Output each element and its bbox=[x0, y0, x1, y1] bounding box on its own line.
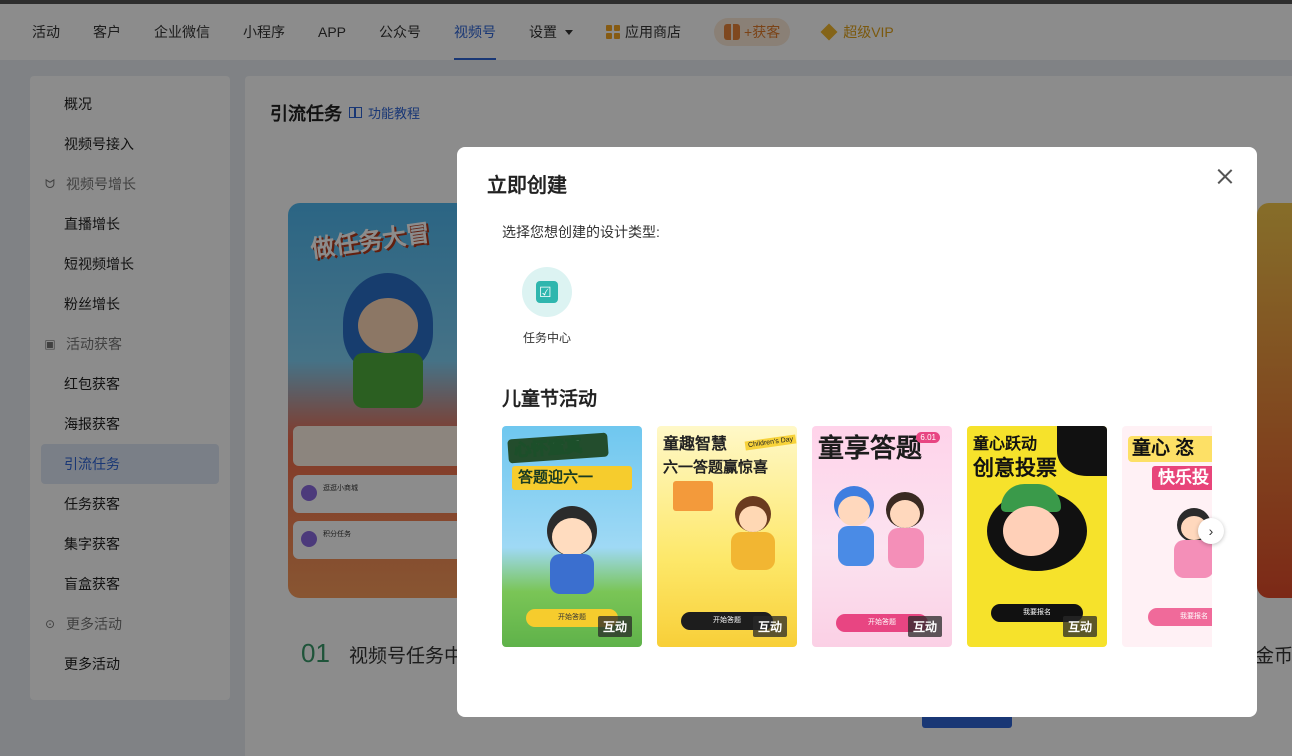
template-illustration bbox=[550, 554, 594, 594]
chevron-right-icon[interactable]: › bbox=[1198, 518, 1224, 544]
template-card[interactable]: 童趣智慧 Children's Day 六一答题赢惊喜 开始答题 互动 bbox=[657, 426, 797, 647]
dialog-subtitle: 选择您想创建的设计类型: bbox=[502, 224, 660, 240]
basketball-hoop-illustration bbox=[673, 481, 713, 511]
template-illustration bbox=[731, 532, 775, 570]
template-illustration bbox=[739, 506, 767, 532]
template-illustration bbox=[888, 528, 924, 568]
template-action: 我要报名 bbox=[1148, 608, 1212, 626]
template-tag: 6.01 bbox=[916, 432, 940, 443]
template-title: 心怀童真 bbox=[507, 432, 609, 464]
template-illustration bbox=[838, 526, 874, 566]
close-icon[interactable] bbox=[1213, 165, 1237, 189]
design-type-label: 任务中心 bbox=[522, 331, 571, 345]
template-illustration bbox=[890, 500, 920, 528]
template-illustration bbox=[838, 496, 870, 526]
template-card[interactable]: 童享答题 6.01 开始答题 互动 bbox=[812, 426, 952, 647]
task-list-icon bbox=[522, 267, 572, 317]
template-illustration bbox=[1174, 540, 1212, 578]
template-illustration bbox=[552, 518, 592, 556]
interactive-badge: 互动 bbox=[1062, 616, 1097, 637]
template-subtitle: 六一答题赢惊喜 bbox=[663, 459, 769, 476]
design-type-task-center[interactable]: 任务中心 bbox=[515, 267, 579, 346]
template-subtitle: 答题迎六一 bbox=[512, 466, 632, 490]
dialog-title: 立即创建 bbox=[487, 175, 567, 197]
template-subtitle: 快乐投 bbox=[1152, 466, 1212, 491]
template-title: 童心 恣 bbox=[1128, 436, 1212, 462]
section-title: 儿童节活动 bbox=[502, 389, 598, 410]
template-carousel: 心怀童真 答题迎六一 开始答题 互动 童趣智慧 Children's Day 六… bbox=[502, 426, 1212, 648]
create-dialog: 立即创建 选择您想创建的设计类型: 任务中心 儿童节活动 心怀童真 答题迎六一 … bbox=[457, 147, 1257, 717]
template-subtitle: 创意投票 bbox=[973, 457, 1057, 480]
interactive-badge: 互动 bbox=[752, 616, 787, 637]
interactive-badge: 互动 bbox=[597, 616, 632, 637]
interactive-badge: 互动 bbox=[907, 616, 942, 637]
template-card[interactable]: 童心跃动 创意投票 我要报名 互动 bbox=[967, 426, 1107, 647]
template-card[interactable]: 心怀童真 答题迎六一 开始答题 互动 bbox=[502, 426, 642, 647]
template-illustration bbox=[1003, 506, 1059, 556]
template-title: 童心跃动 bbox=[973, 436, 1038, 453]
